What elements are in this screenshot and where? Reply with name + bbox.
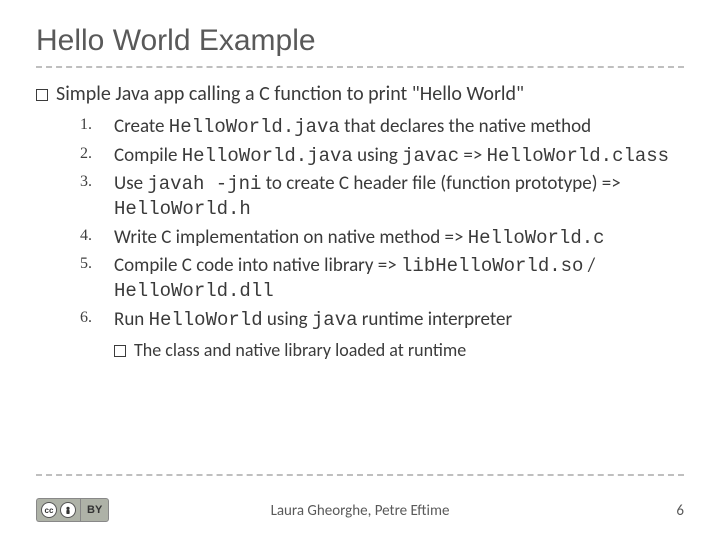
footer-divider <box>36 474 684 476</box>
text: / <box>583 254 595 277</box>
text: Create <box>114 115 169 138</box>
page-number: 6 <box>676 502 684 520</box>
text: that declares the native method <box>340 115 591 138</box>
text: runtime interpreter <box>358 308 513 331</box>
intro-line: Simple Java app calling a C function to … <box>36 82 684 107</box>
text: Compile C code into native library => <box>114 254 401 277</box>
step-2: Compile HelloWorld.java using javac => H… <box>80 142 684 171</box>
code: HelloWorld.h <box>114 198 251 220</box>
code: java <box>312 309 358 331</box>
authors: Laura Gheorghe, Petre Eftime <box>0 502 720 520</box>
step-3: Use javah -jni to create C header file (… <box>80 170 684 223</box>
intro-quote: "Hello World" <box>412 82 524 106</box>
slide: Hello World Example Simple Java app call… <box>0 0 720 540</box>
bullet-square-icon <box>114 345 126 357</box>
text: Write C implementation on native method … <box>114 226 468 249</box>
sub-note: The class and native library loaded at r… <box>114 339 684 362</box>
step-4: Write C implementation on native method … <box>80 224 684 253</box>
step-5: Compile C code into native library => li… <box>80 252 684 305</box>
text: Compile <box>114 144 182 167</box>
code: javac <box>402 145 459 167</box>
slide-title: Hello World Example <box>36 24 684 58</box>
code: HelloWorld.c <box>468 227 605 249</box>
code: HelloWorld.class <box>487 145 669 167</box>
text: using <box>353 144 402 167</box>
code: HelloWorld.dll <box>114 280 274 302</box>
text: Run <box>114 308 149 331</box>
code: javah -jni <box>147 173 261 195</box>
bullet-square-icon <box>36 89 48 101</box>
steps-list: Create HelloWorld.java that declares the… <box>36 113 684 335</box>
text: using <box>263 308 312 331</box>
code: libHelloWorld.so <box>401 255 583 277</box>
text: Use <box>114 172 147 195</box>
code: HelloWorld.java <box>182 145 353 167</box>
text: => <box>459 144 487 167</box>
step-6: Run HelloWorld using java runtime interp… <box>80 306 684 335</box>
sub-note-text: The class and native library loaded at r… <box>134 339 466 361</box>
code: HelloWorld.java <box>169 116 340 138</box>
title-divider <box>36 66 684 68</box>
text: to create C header file (function protot… <box>261 172 620 195</box>
step-1: Create HelloWorld.java that declares the… <box>80 113 684 142</box>
code: HelloWorld <box>149 309 263 331</box>
intro-text: Simple Java app calling a C function to … <box>56 82 412 106</box>
